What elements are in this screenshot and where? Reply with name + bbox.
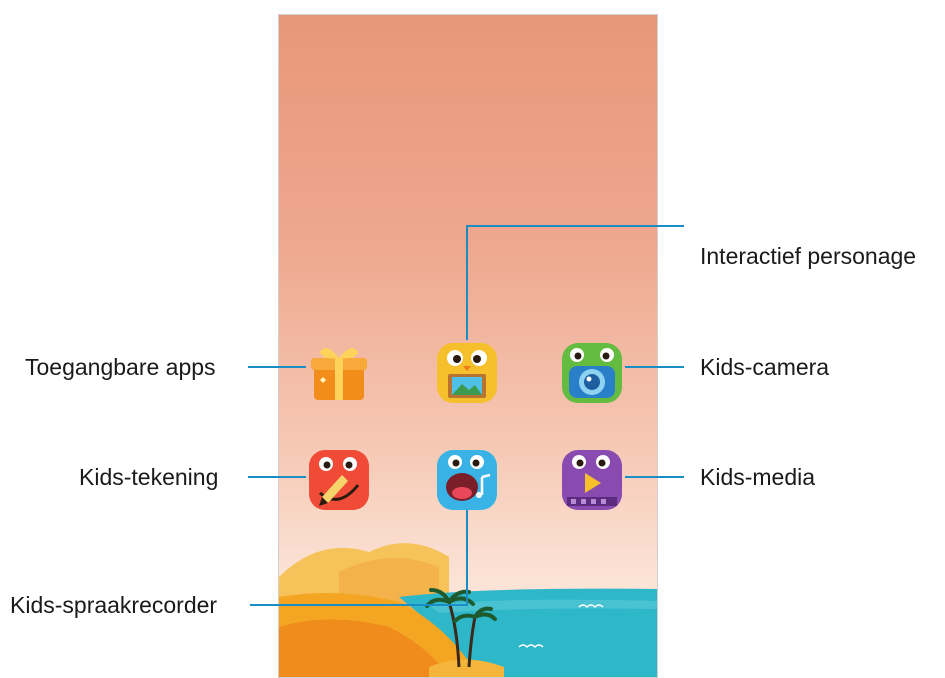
pencil-monster-icon [309,450,369,510]
label-accessible-apps: Toegangbare apps [25,354,216,380]
label-kids-voice-recorder: Kids-spraakrecorder [10,592,218,618]
interactive-character-button[interactable] [434,340,500,406]
gift-icon [311,348,367,400]
kids-voice-recorder-button[interactable] [434,447,500,513]
kids-mode-home-screen [278,14,658,678]
kids-drawing-button[interactable] [306,447,372,513]
label-kids-drawing: Kids-tekening [79,464,219,490]
play-monster-icon [562,450,622,510]
label-kids-camera: Kids-camera [700,354,830,380]
label-interactive-character: Interactief personage [700,243,917,269]
beach-background [279,543,657,677]
label-kids-media: Kids-media [700,464,816,490]
accessible-apps-button[interactable] [306,340,372,406]
kids-media-button[interactable] [559,447,625,513]
music-monster-icon [437,450,497,510]
character-picture-icon [437,343,497,403]
camera-monster-icon [562,343,622,403]
kids-camera-button[interactable] [559,340,625,406]
